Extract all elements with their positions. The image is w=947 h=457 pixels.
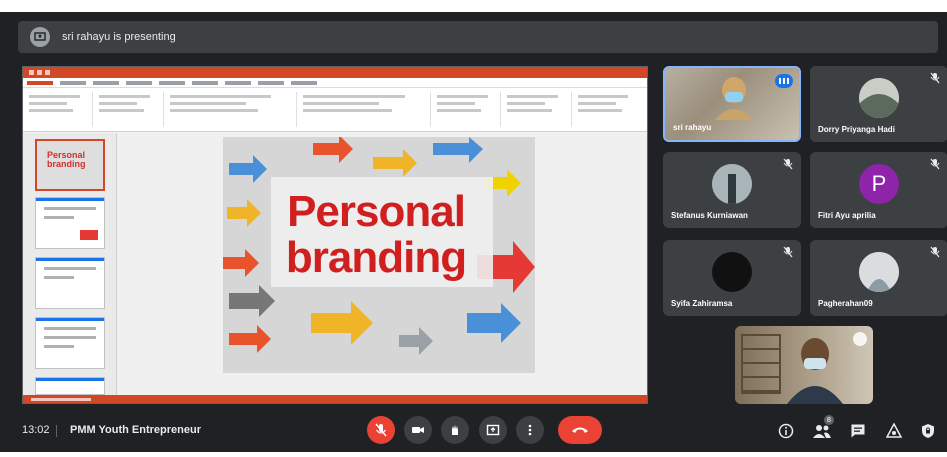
participant-name: Syifa Zahiramsa: [671, 299, 733, 308]
avatar-initial: P: [859, 164, 899, 204]
mic-off-icon: [930, 246, 940, 258]
participant-count-badge: 8: [824, 415, 834, 425]
avatar: [859, 78, 899, 118]
speaking-indicator-icon: [775, 74, 793, 88]
mic-off-icon: [783, 246, 793, 258]
slide-title: Personal branding: [271, 189, 481, 281]
slide-thumbnail-1[interactable]: Personal branding: [35, 139, 105, 191]
slide-canvas: Personal branding: [117, 133, 647, 395]
mic-off-icon: [930, 72, 940, 84]
self-view-tile[interactable]: [735, 326, 873, 404]
divider: [56, 425, 57, 437]
participant-tile-4[interactable]: P Fitri Ayu aprilia: [810, 152, 947, 228]
ppt-ribbon: [23, 88, 647, 132]
ppt-statusbar: [23, 395, 647, 403]
meeting-details-button[interactable]: [776, 421, 796, 441]
slide-thumbnail-4[interactable]: [35, 317, 105, 369]
shield-lock-icon: [922, 424, 934, 438]
avatar: [712, 164, 752, 204]
participant-tile-3[interactable]: Stefanus Kurniawan: [663, 152, 801, 228]
mic-off-icon: [783, 158, 793, 170]
current-slide: Personal branding: [223, 137, 535, 373]
camera-icon: [412, 427, 424, 433]
thumb-title-line2: branding: [47, 159, 86, 169]
slide-thumbnails: Personal branding: [23, 133, 117, 395]
participant-tile-5[interactable]: Syifa Zahiramsa: [663, 240, 801, 316]
mic-off-icon: [375, 423, 387, 437]
ppt-ribbon-tabs: [23, 78, 647, 88]
participant-video: [715, 77, 753, 120]
info-icon: [778, 423, 794, 439]
participant-tile-2[interactable]: Dorry Priyanga Hadi: [810, 66, 947, 142]
bottom-toolbar: 13:02 PMM Youth Entrepreneur 8: [0, 410, 947, 452]
activities-button[interactable]: [884, 421, 904, 441]
meeting-name: PMM Youth Entrepreneur: [70, 424, 201, 436]
slide-thumbnail-5[interactable]: [35, 377, 105, 395]
meet-window: sri rahayu is presenting Personal brandin…: [0, 0, 947, 457]
chat-icon: [851, 424, 865, 438]
camera-toggle-button[interactable]: [404, 416, 432, 444]
present-now-button[interactable]: [479, 416, 507, 444]
bottom-border: [0, 452, 947, 457]
meeting-time: 13:02: [22, 424, 50, 436]
ppt-workspace: Personal branding Personal branding: [23, 133, 647, 395]
more-options-button[interactable]: [516, 416, 544, 444]
presenting-text: sri rahayu is presenting: [62, 31, 176, 43]
participant-name: sri rahayu: [673, 123, 712, 132]
shared-screen[interactable]: Personal branding Personal branding: [22, 66, 648, 404]
slide-thumbnail-3[interactable]: [35, 257, 105, 309]
participant-name: Pagherahan09: [818, 299, 873, 308]
end-call-icon: [572, 427, 588, 433]
mic-toggle-button[interactable]: [367, 416, 395, 444]
slide-title-line1: Personal: [287, 187, 466, 236]
present-icon: [30, 27, 50, 47]
slide-title-line2: branding: [285, 233, 467, 282]
more-options-icon[interactable]: [853, 332, 867, 346]
activities-icon: [886, 423, 902, 438]
people-button[interactable]: 8: [812, 415, 834, 441]
present-screen-icon: [486, 424, 500, 436]
more-vert-icon: [528, 424, 532, 436]
participant-name: Fitri Ayu aprilia: [818, 211, 876, 220]
chat-button[interactable]: [848, 421, 868, 441]
ppt-titlebar: [23, 67, 647, 78]
people-icon: [813, 425, 831, 438]
participant-name: Dorry Priyanga Hadi: [818, 125, 895, 134]
captions-button[interactable]: [441, 416, 469, 444]
mic-off-icon: [930, 158, 940, 170]
presenting-banner: sri rahayu is presenting: [18, 21, 938, 53]
avatar: [712, 252, 752, 292]
participant-name: Stefanus Kurniawan: [671, 211, 748, 220]
top-border: [0, 0, 947, 12]
self-video: [787, 338, 843, 404]
host-controls-button[interactable]: [918, 421, 938, 441]
participant-tile-1[interactable]: sri rahayu: [663, 66, 801, 142]
avatar: [859, 252, 899, 292]
participant-tile-6[interactable]: Pagherahan09: [810, 240, 947, 316]
raise-hand-icon: [452, 425, 458, 435]
leave-call-button[interactable]: [558, 416, 602, 444]
slide-thumbnail-2[interactable]: [35, 197, 105, 249]
